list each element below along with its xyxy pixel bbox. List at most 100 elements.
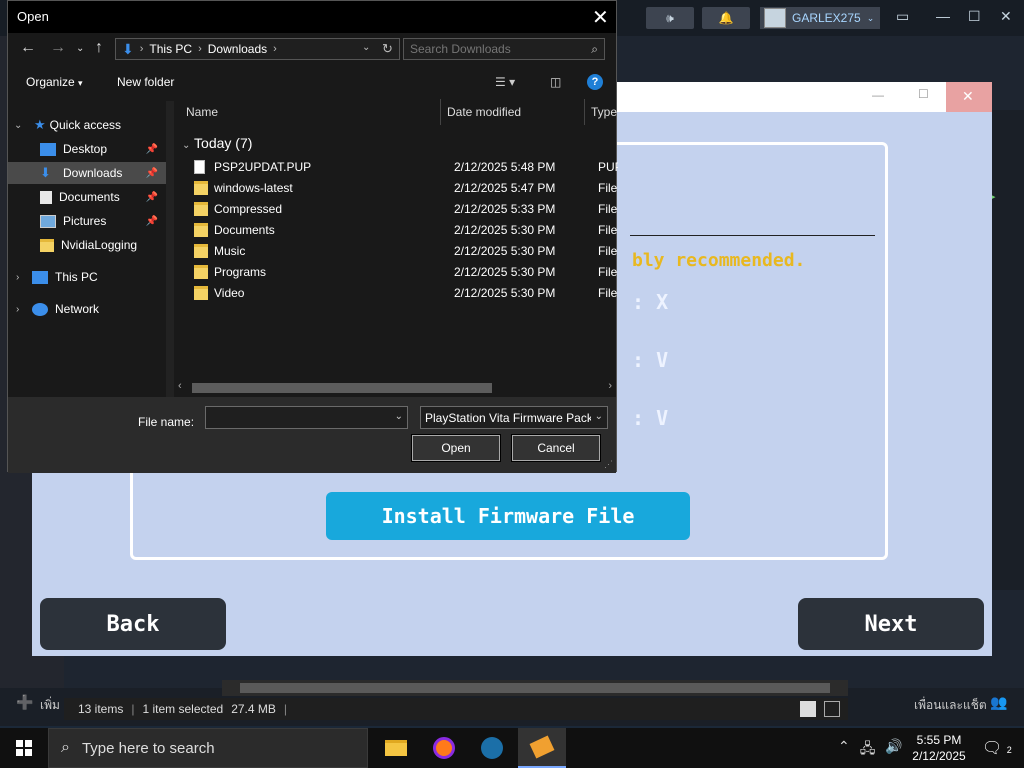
recent-locations-icon[interactable]: ⌄: [76, 43, 84, 54]
back-button[interactable]: Back: [40, 598, 226, 650]
add-game-label[interactable]: เพิ่ม: [40, 696, 60, 715]
file-date: 2/12/2025 5:30 PM: [454, 265, 556, 279]
installer-close-button[interactable]: ✕: [946, 82, 992, 112]
notification-center-button[interactable]: 🗨 2: [982, 738, 1012, 758]
preview-pane-icon[interactable]: ◫: [550, 75, 561, 89]
maximize-icon[interactable]: ☐: [918, 87, 929, 101]
breadcrumb-downloads[interactable]: Downloads: [208, 42, 267, 56]
profile-menu[interactable]: GARLEX275 ⌄: [760, 7, 880, 29]
file-list-scroll-thumb[interactable]: [192, 383, 492, 393]
steam-taskbar-button[interactable]: [468, 728, 516, 768]
maximize-icon[interactable]: ☐: [968, 8, 981, 25]
new-folder-button[interactable]: New folder: [117, 75, 174, 89]
nav-item-network[interactable]: › Network: [16, 298, 164, 320]
clock[interactable]: 5:55 PM 2/12/2025: [908, 732, 970, 764]
column-separator[interactable]: [440, 99, 441, 125]
firefox-taskbar-button[interactable]: [420, 728, 468, 768]
notification-count: 2: [1006, 745, 1012, 755]
nav-item-downloads[interactable]: ⬇ Downloads 📌: [8, 162, 166, 184]
search-input[interactable]: [410, 42, 575, 56]
filename-input[interactable]: [210, 411, 380, 425]
next-button[interactable]: Next: [798, 598, 984, 650]
group-header[interactable]: ⌄ Today (7): [182, 135, 252, 151]
friends-chat-label[interactable]: เพื่อนและแช็ต: [914, 696, 987, 715]
nav-item-documents[interactable]: Documents 📌: [40, 186, 166, 208]
nav-item-pictures[interactable]: Pictures 📌: [40, 210, 166, 232]
install-firmware-button[interactable]: Install Firmware File: [326, 492, 690, 540]
firefox-icon: [433, 737, 455, 759]
expand-icon[interactable]: ›: [16, 272, 19, 283]
close-icon[interactable]: ✕: [1000, 8, 1012, 25]
minimize-icon[interactable]: —: [872, 88, 884, 102]
file-row[interactable]: Documents 2/12/2025 5:30 PM File folder: [194, 220, 618, 241]
scroll-left-icon[interactable]: ‹: [178, 380, 182, 392]
volume-icon[interactable]: 🔊: [885, 738, 902, 762]
nav-item-nvidialogging[interactable]: NvidiaLogging: [40, 234, 166, 256]
refresh-icon[interactable]: ↻: [382, 41, 393, 57]
file-row[interactable]: Video 2/12/2025 5:30 PM File folder: [194, 283, 618, 304]
dialog-titlebar: Open ✕: [8, 1, 616, 33]
tiles-view-icon[interactable]: [824, 701, 840, 717]
big-picture-icon[interactable]: ▭: [896, 8, 909, 25]
file-row[interactable]: Compressed 2/12/2025 5:33 PM File folder: [194, 199, 618, 220]
up-arrow-icon[interactable]: ↑: [95, 39, 103, 57]
folder-icon: [194, 286, 208, 300]
nav-scrollbar[interactable]: [166, 101, 174, 397]
explorer-scroll-thumb[interactable]: [240, 683, 830, 693]
nav-item-desktop[interactable]: Desktop 📌: [40, 138, 166, 160]
expand-icon[interactable]: ⌄: [14, 120, 22, 131]
friends-icon[interactable]: 👥: [990, 694, 1007, 711]
address-bar[interactable]: ⬇ › This PC › Downloads › ⌄ ↻: [115, 38, 400, 60]
file-row[interactable]: Programs 2/12/2025 5:30 PM File folder: [194, 262, 618, 283]
add-game-icon[interactable]: ➕: [16, 694, 33, 711]
column-date-modified[interactable]: Date modified: [447, 105, 521, 119]
open-button[interactable]: Open: [411, 434, 501, 462]
start-button[interactable]: [0, 728, 48, 768]
desktop-icon: [40, 142, 56, 156]
file-explorer-taskbar-button[interactable]: [372, 728, 420, 768]
scroll-right-icon[interactable]: ›: [608, 380, 612, 392]
taskbar-search[interactable]: ⌕ Type here to search: [48, 728, 368, 768]
pin-icon: 📌: [145, 215, 158, 227]
column-type[interactable]: Type: [591, 105, 617, 119]
file-row[interactable]: PSP2UPDAT.PUP 2/12/2025 5:48 PM PUP File: [194, 157, 618, 178]
chevron-down-icon: ⌄: [866, 12, 875, 23]
resize-grip-icon[interactable]: ⋰: [604, 459, 613, 470]
nav-item-this-pc[interactable]: › This PC: [16, 266, 164, 288]
folder-icon: [40, 238, 54, 252]
breadcrumb-this-pc[interactable]: This PC: [149, 42, 192, 56]
organize-menu[interactable]: Organize ▾: [26, 75, 83, 89]
chevron-down-icon[interactable]: ⌄: [362, 42, 370, 53]
file-row[interactable]: windows-latest 2/12/2025 5:47 PM File fo…: [194, 178, 618, 199]
chevron-down-icon[interactable]: ⌄: [395, 411, 403, 422]
cancel-button[interactable]: Cancel: [511, 434, 601, 462]
column-separator[interactable]: [584, 99, 585, 125]
chevron-down-icon: ▾: [78, 78, 83, 88]
close-icon[interactable]: ✕: [592, 5, 609, 30]
chevron-up-icon[interactable]: ⌃: [838, 738, 850, 762]
megaphone-icon: 🕪: [666, 10, 674, 25]
pin-icon: 📌: [145, 143, 158, 155]
filetype-select[interactable]: PlayStation Vita Firmware Package ⌄: [420, 406, 608, 429]
file-row[interactable]: Music 2/12/2025 5:30 PM File folder: [194, 241, 618, 262]
announcements-button[interactable]: 🕪: [646, 7, 694, 29]
file-date: 2/12/2025 5:30 PM: [454, 244, 556, 258]
help-icon[interactable]: ?: [587, 74, 603, 90]
details-view-icon[interactable]: [800, 701, 816, 717]
network-status-icon[interactable]: 🖧: [860, 738, 876, 762]
installer-taskbar-button[interactable]: [518, 728, 566, 768]
search-box[interactable]: ⌕: [403, 38, 605, 60]
expand-icon[interactable]: ›: [16, 304, 19, 315]
nav-item-quick-access[interactable]: ⌄ ★ Quick access: [14, 114, 164, 136]
back-arrow-icon[interactable]: ←: [20, 39, 36, 57]
forward-arrow-icon[interactable]: →: [50, 39, 66, 57]
filename-field[interactable]: ⌄: [205, 406, 408, 429]
steam-icon: [481, 737, 503, 759]
minimize-icon[interactable]: —: [936, 8, 950, 24]
notifications-button[interactable]: 🔔: [702, 7, 750, 29]
file-date: 2/12/2025 5:47 PM: [454, 181, 556, 195]
view-options-icon[interactable]: ☰ ▾: [495, 75, 515, 89]
column-name[interactable]: Name: [186, 105, 218, 119]
file-name: Documents: [214, 223, 275, 237]
recommendation-text: bly recommended.: [632, 250, 806, 271]
